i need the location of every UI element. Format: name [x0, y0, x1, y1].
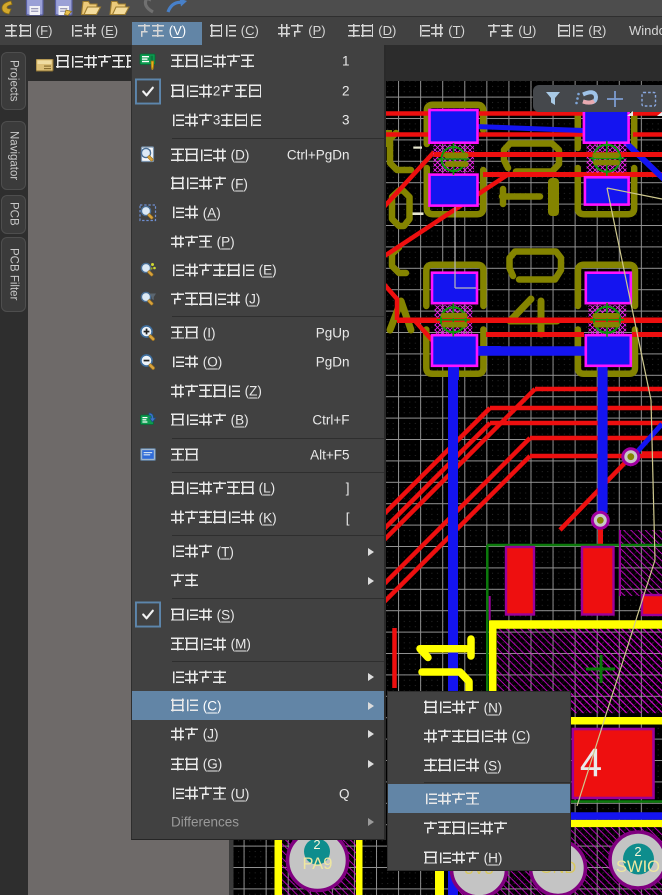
svg-text:PA9: PA9	[303, 855, 333, 873]
svg-text:SWIO: SWIO	[616, 858, 660, 876]
svg-text:2: 2	[634, 844, 641, 859]
